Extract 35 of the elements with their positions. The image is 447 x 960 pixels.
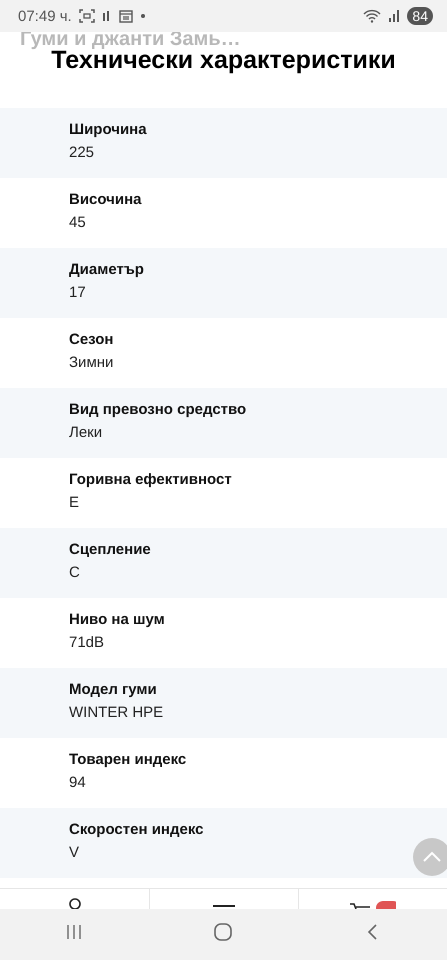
spec-label: Сезон bbox=[69, 331, 114, 348]
spec-label: Височина bbox=[69, 191, 142, 208]
spec-value: 94 bbox=[69, 774, 86, 791]
spec-value: C bbox=[69, 564, 80, 581]
spec-label: Сцепление bbox=[69, 541, 151, 558]
spec-value: V bbox=[69, 844, 80, 861]
status-time: 07:49 ч. bbox=[18, 8, 72, 24]
person-icon bbox=[68, 897, 82, 909]
spec-label: Вид превозно средство bbox=[69, 401, 246, 418]
spec-label: Ниво на шум bbox=[69, 611, 165, 628]
wifi-icon bbox=[363, 9, 382, 23]
spec-value: 17 bbox=[69, 284, 86, 301]
spec-value: WINTER HPE bbox=[69, 704, 164, 721]
chevron-up-icon bbox=[422, 851, 442, 863]
spec-label: Диаметър bbox=[69, 261, 144, 278]
signal-icon bbox=[388, 9, 400, 23]
calendar-icon bbox=[118, 9, 133, 23]
recent-apps-icon[interactable] bbox=[65, 922, 84, 940]
signal-bars-icon bbox=[102, 10, 112, 22]
spec-value: 225 bbox=[69, 144, 94, 161]
spec-value: 45 bbox=[69, 214, 86, 231]
spec-value: 71dB bbox=[69, 634, 104, 651]
screenshot-icon bbox=[78, 9, 95, 23]
spec-label: Скоростен индекс bbox=[69, 821, 204, 838]
spec-label: Модел гуми bbox=[69, 681, 157, 698]
spec-label: Широчина bbox=[69, 121, 147, 138]
faded-page-title: Гуми и джанти Замь… bbox=[20, 28, 241, 50]
spec-value: Зимни bbox=[69, 354, 114, 371]
spec-label: Горивна ефективност bbox=[69, 471, 232, 488]
spec-label: Товарен индекс bbox=[69, 751, 186, 768]
spec-value: Леки bbox=[69, 424, 102, 441]
dot-icon bbox=[140, 13, 146, 19]
battery-level: 84 bbox=[407, 7, 433, 25]
spec-value: E bbox=[69, 494, 80, 511]
home-icon[interactable] bbox=[213, 922, 234, 942]
